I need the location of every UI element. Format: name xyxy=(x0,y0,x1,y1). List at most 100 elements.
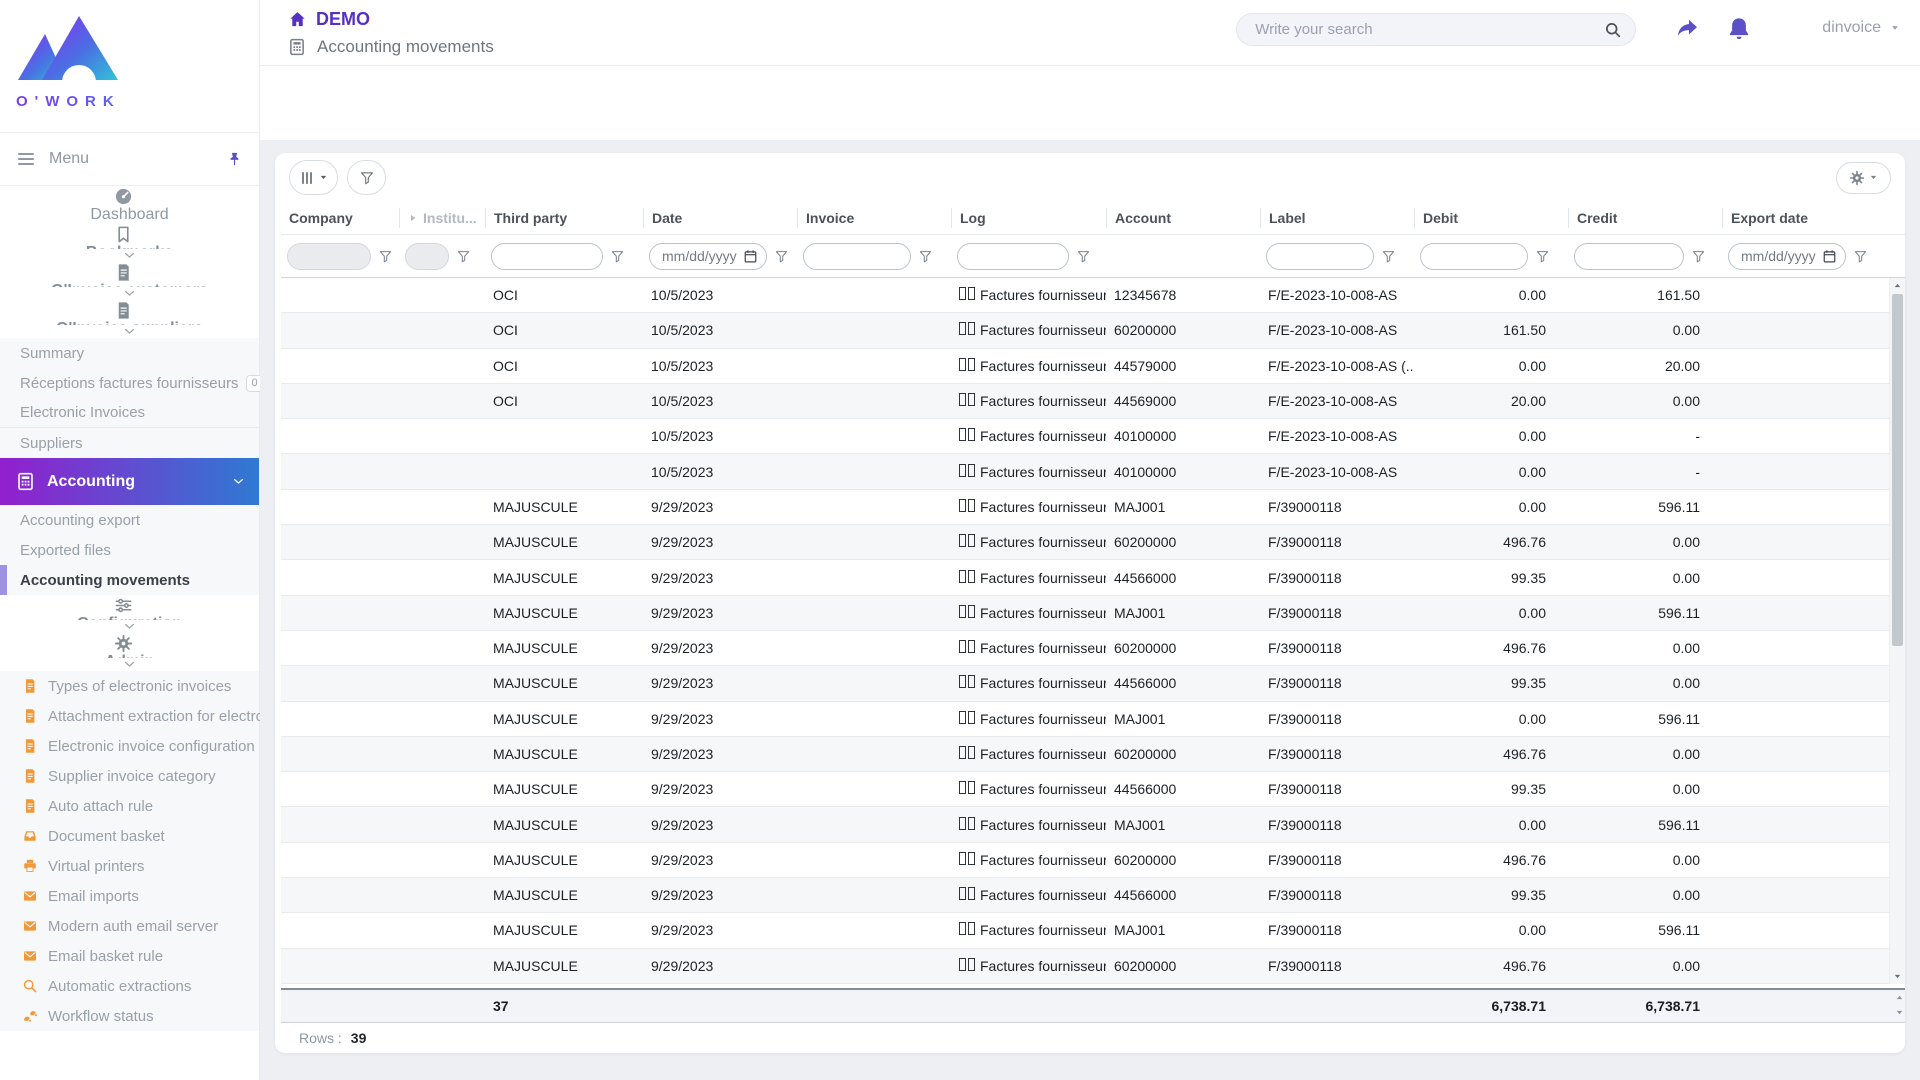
column-header-credit[interactable]: Credit xyxy=(1568,208,1722,228)
calendar-icon[interactable] xyxy=(743,249,758,264)
date-filter-input[interactable]: mm/dd/yyyy xyxy=(649,242,767,270)
sidebar-item-accounting[interactable]: Accounting xyxy=(0,458,259,505)
sidebar-item-r-ceptions-factures-fournisseurs[interactable]: Réceptions factures fournisseurs 0 xyxy=(0,368,263,398)
column-header-company[interactable]: Company xyxy=(281,208,399,228)
column-header-label[interactable]: Label xyxy=(1260,208,1414,228)
sidebar-item-automatic-extractions[interactable]: Automatic extractions xyxy=(0,971,259,1001)
table-row[interactable]: MAJUSCULE 9/29/2023 Factures fournisseurs M… xyxy=(281,807,1889,843)
sidebar-item-admin[interactable]: Admin xyxy=(0,633,259,671)
third-party-filter-funnel-icon[interactable] xyxy=(610,249,625,264)
column-header-invoice[interactable]: Invoice xyxy=(797,208,951,228)
sidebar-item-accounting-movements[interactable]: Accounting movements xyxy=(0,565,259,595)
table-row[interactable]: OCI 10/5/2023 Factures fournisseurs 4456900… xyxy=(281,383,1889,420)
column-header-institution[interactable]: Institu... xyxy=(399,208,485,228)
column-header-third-party[interactable]: Third party xyxy=(485,208,643,228)
debit-filter-funnel-icon[interactable] xyxy=(1535,249,1550,264)
sidebar-item-exported-files[interactable]: Exported files xyxy=(0,535,259,565)
column-header-log[interactable]: Log xyxy=(951,208,1106,228)
table-row[interactable]: OCI 10/5/2023 Factures fournisseurs 4457900… xyxy=(281,349,1889,384)
columns-button[interactable] xyxy=(289,160,338,195)
sidebar-item-electronic-invoices[interactable]: Electronic Invoices xyxy=(0,398,259,428)
column-header-account[interactable]: Account xyxy=(1106,208,1260,228)
sidebar-item-types-of-electronic-invoices[interactable]: Types of electronic invoices xyxy=(0,671,259,701)
filter-button[interactable] xyxy=(347,160,386,195)
app-title[interactable]: DEMO xyxy=(288,9,494,30)
calendar-icon[interactable] xyxy=(1822,249,1837,264)
pin-icon[interactable] xyxy=(226,151,243,168)
third-party-filter-input[interactable] xyxy=(491,242,603,270)
search-icon[interactable] xyxy=(1604,21,1622,39)
sidebar-item-summary[interactable]: Summary xyxy=(0,338,259,368)
sidebar-item-bookmarks[interactable]: Bookmarks xyxy=(0,224,259,262)
export-date-filter-funnel-icon[interactable] xyxy=(1853,249,1868,264)
scrollbar-thumb[interactable] xyxy=(1892,294,1903,646)
sidebar-item-electronic-invoice-configuration[interactable]: Electronic invoice configuration xyxy=(0,731,259,761)
sidebar-item-suppliers[interactable]: Suppliers xyxy=(0,428,259,458)
user-menu[interactable]: dinvoice xyxy=(1822,19,1900,37)
search-input[interactable] xyxy=(1237,14,1636,45)
table-row[interactable]: 10/5/2023 Factures fournisseurs 40100000 F/… xyxy=(281,454,1889,490)
sidebar-item-attachment-extraction-for-electroni[interactable]: Attachment extraction for electroni xyxy=(0,701,276,731)
log-filter-input[interactable] xyxy=(957,242,1069,270)
table-row[interactable]: MAJUSCULE 9/29/2023 Factures fournisseurs 6… xyxy=(281,525,1889,561)
table-row[interactable]: MAJUSCULE 9/29/2023 Factures fournisseurs 6… xyxy=(281,843,1889,879)
invoice-filter-funnel-icon[interactable] xyxy=(918,249,933,264)
scrollbar-up-button[interactable] xyxy=(1890,278,1905,293)
table-row[interactable]: MAJUSCULE 9/29/2023 Factures fournisseurs M… xyxy=(281,913,1889,949)
label-filter-funnel-icon[interactable] xyxy=(1381,249,1396,264)
column-header-date[interactable]: Date xyxy=(643,208,797,228)
label-filter-input[interactable] xyxy=(1266,242,1374,270)
sidebar-item-virtual-printers[interactable]: Virtual printers xyxy=(0,851,259,881)
column-header-export-date[interactable]: Export date xyxy=(1722,208,1877,228)
share-icon[interactable] xyxy=(1674,16,1700,42)
credit-filter-input[interactable] xyxy=(1574,242,1684,270)
inbox-icon xyxy=(22,826,39,846)
sidebar-item-accounting-export[interactable]: Accounting export xyxy=(0,505,259,535)
vertical-scrollbar[interactable] xyxy=(1889,278,1905,984)
notifications-bell-icon[interactable] xyxy=(1726,16,1752,42)
logo[interactable]: O'WORK xyxy=(0,0,259,132)
table-row[interactable]: MAJUSCULE 9/29/2023 Factures fournisseurs M… xyxy=(281,490,1889,526)
table-row[interactable]: OCI 10/5/2023 Factures fournisseurs 1234567… xyxy=(281,278,1889,314)
sidebar-item-supplier-invoice-category[interactable]: Supplier invoice category xyxy=(0,761,259,791)
institution-filter-input[interactable] xyxy=(405,242,449,270)
company-filter-input[interactable] xyxy=(287,242,371,270)
sidebar-item-email-basket-rule[interactable]: Email basket rule xyxy=(0,941,259,971)
column-header-debit[interactable]: Debit xyxy=(1414,208,1568,228)
export-date-filter-input[interactable]: mm/dd/yyyy xyxy=(1728,242,1846,270)
scrollbar-down-button[interactable] xyxy=(1890,969,1905,984)
credit-filter-funnel-icon[interactable] xyxy=(1691,249,1706,264)
sidebar-item-configuration[interactable]: Configuration xyxy=(0,595,259,633)
table-row[interactable]: 10/5/2023 Factures fournisseurs 40100000 F/… xyxy=(281,419,1889,455)
table-settings-button[interactable] xyxy=(1836,161,1891,194)
log-filter-funnel-icon[interactable] xyxy=(1076,249,1091,264)
footer-scroll-up-icon[interactable] xyxy=(1895,993,1904,1002)
cell-debit: 0.00 xyxy=(1518,287,1546,304)
sidebar-item-workflow-status[interactable]: Workflow status xyxy=(0,1001,259,1031)
company-filter-funnel-icon[interactable] xyxy=(378,249,393,264)
table-row[interactable]: MAJUSCULE 9/29/2023 Factures fournisseurs M… xyxy=(281,595,1889,631)
table-row[interactable]: MAJUSCULE 9/29/2023 Factures fournisseurs 6… xyxy=(281,948,1889,984)
sidebar-item-dashboard[interactable]: Dashboard xyxy=(0,186,259,224)
sidebar-item-auto-attach-rule[interactable]: Auto attach rule xyxy=(0,791,259,821)
date-filter-funnel-icon[interactable] xyxy=(774,249,789,264)
table-row[interactable]: MAJUSCULE 9/29/2023 Factures fournisseurs 4… xyxy=(281,666,1889,702)
sidebar-item-document-basket[interactable]: Document basket xyxy=(0,821,259,851)
sidebar-item-o-invoice-customers[interactable]: O'Invoice customers xyxy=(0,262,259,300)
table-row[interactable]: MAJUSCULE 9/29/2023 Factures fournisseurs M… xyxy=(281,702,1889,737)
table-row[interactable]: OCI 10/5/2023 Factures fournisseurs 6020000… xyxy=(281,313,1889,349)
debit-filter-input[interactable] xyxy=(1420,242,1528,270)
footer-scroll-down-icon[interactable] xyxy=(1895,1008,1904,1017)
table-row[interactable]: MAJUSCULE 9/29/2023 Factures fournisseurs 6… xyxy=(281,631,1889,667)
table-row[interactable]: MAJUSCULE 9/29/2023 Factures fournisseurs 4… xyxy=(281,878,1889,914)
expand-column-icon[interactable] xyxy=(408,213,418,223)
hamburger-icon[interactable] xyxy=(16,149,36,169)
invoice-filter-input[interactable] xyxy=(803,242,911,270)
sidebar-item-modern-auth-email-server[interactable]: Modern auth email server xyxy=(0,911,259,941)
sidebar-item-email-imports[interactable]: Email imports xyxy=(0,881,259,911)
table-row[interactable]: MAJUSCULE 9/29/2023 Factures fournisseurs 6… xyxy=(281,736,1889,773)
table-row[interactable]: MAJUSCULE 9/29/2023 Factures fournisseurs 4… xyxy=(281,772,1889,808)
sidebar-item-o-invoice-suppliers[interactable]: O'Invoice suppliers xyxy=(0,300,259,338)
institution-filter-funnel-icon[interactable] xyxy=(456,249,471,264)
table-row[interactable]: MAJUSCULE 9/29/2023 Factures fournisseurs 4… xyxy=(281,560,1889,596)
